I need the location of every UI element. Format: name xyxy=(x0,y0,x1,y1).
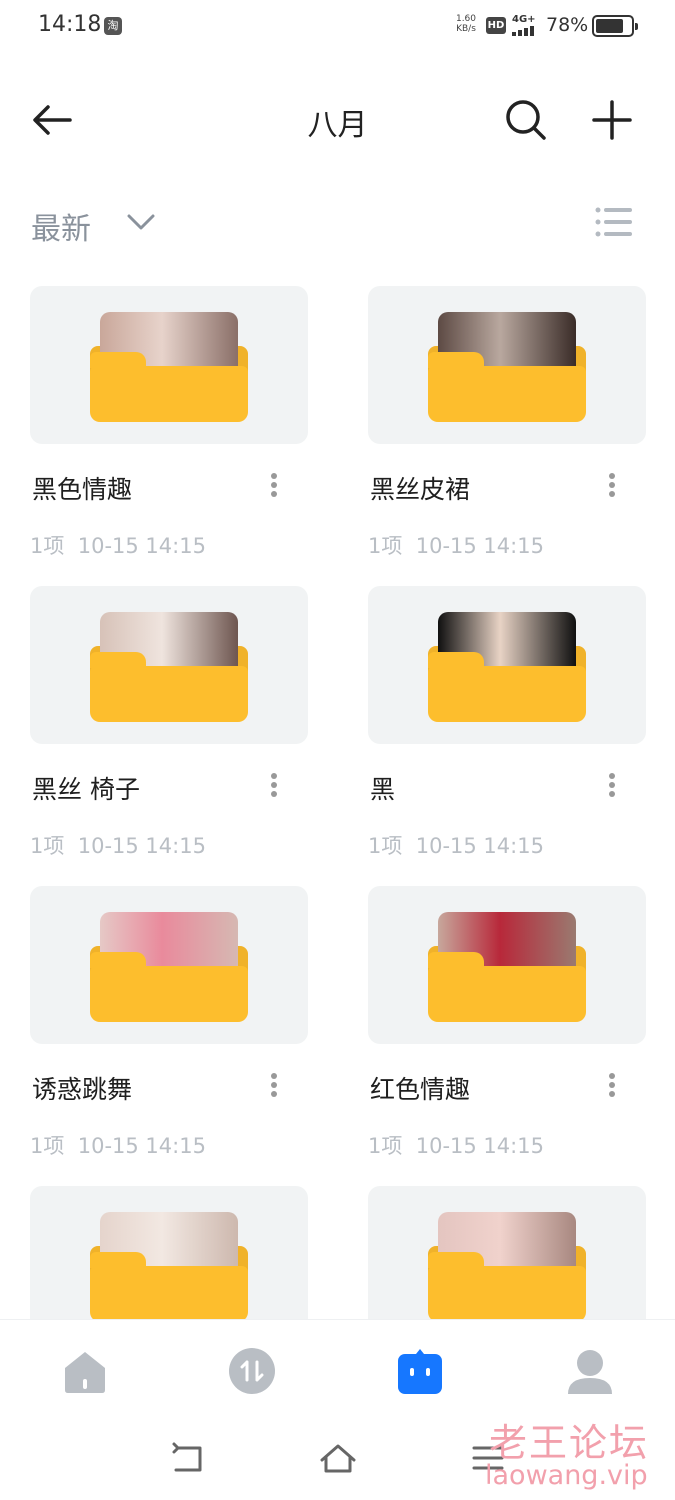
watermark-cn: 老王论坛 xyxy=(489,1421,650,1465)
folder-icon xyxy=(428,1210,586,1319)
chevron-down-icon[interactable] xyxy=(124,206,158,236)
folder-meta: 1项 10-15 14:15 xyxy=(30,830,206,860)
folder-name[interactable]: 黑丝皮裙 xyxy=(370,470,470,506)
folder-count: 1项 xyxy=(30,1134,65,1158)
more-options-icon[interactable] xyxy=(262,770,286,806)
folder-meta: 1项 10-15 14:15 xyxy=(30,530,206,560)
folder-count: 1项 xyxy=(368,534,403,558)
folder-name[interactable]: 黑丝 椅子 xyxy=(32,770,140,806)
folder-meta: 1项 10-15 14:15 xyxy=(368,1130,544,1160)
nav-transfer[interactable] xyxy=(222,1346,282,1396)
battery-icon xyxy=(592,15,638,37)
folder-time: 10-15 14:15 xyxy=(77,834,206,858)
add-button[interactable] xyxy=(586,94,638,146)
folder-count: 1项 xyxy=(30,834,65,858)
folder-icon xyxy=(428,610,586,722)
folder-thumbnail[interactable] xyxy=(30,586,308,744)
search-button[interactable] xyxy=(500,94,552,146)
nav-files[interactable] xyxy=(390,1346,450,1396)
folder-thumbnail[interactable] xyxy=(368,1186,646,1319)
more-options-icon[interactable] xyxy=(262,470,286,506)
folder-count: 1项 xyxy=(368,1134,403,1158)
network-speed-unit: KB/s xyxy=(456,24,476,34)
folder-card[interactable]: 黑丝皮裙 1项 10-15 14:15 xyxy=(368,286,646,558)
home-nav-icon xyxy=(320,1444,356,1473)
folder-card[interactable]: 诱惑跳舞 1项 10-15 14:15 xyxy=(30,886,308,1158)
folder-grid: 黑色情趣 1项 10-15 14:15 黑丝皮裙 1项 10-15 14:15 黑丝 椅… xyxy=(30,286,646,1319)
folder-icon xyxy=(90,310,248,422)
folder-card[interactable]: 黑丝 椅子 1项 10-15 14:15 xyxy=(30,586,308,858)
folder-thumbnail[interactable] xyxy=(30,886,308,1044)
folder-card[interactable]: 红色情趣 1项 10-15 14:15 xyxy=(368,886,646,1158)
system-home-button[interactable] xyxy=(316,1438,360,1478)
folder-icon xyxy=(428,910,586,1022)
list-view-icon[interactable] xyxy=(590,202,636,242)
folder-card[interactable]: 黑 1项 10-15 14:15 xyxy=(368,586,646,858)
folder-time: 10-15 14:15 xyxy=(415,1134,544,1158)
transfer-icon xyxy=(229,1348,275,1394)
folder-icon xyxy=(428,310,586,422)
signal-icon: 4G+ xyxy=(512,14,542,36)
more-options-icon[interactable] xyxy=(600,470,624,506)
files-icon xyxy=(398,1349,442,1394)
taobao-app-icon: 淘 xyxy=(104,17,122,35)
folder-time: 10-15 14:15 xyxy=(415,834,544,858)
folder-count: 1项 xyxy=(30,534,65,558)
folder-thumbnail[interactable] xyxy=(368,886,646,1044)
folder-meta: 1项 10-15 14:15 xyxy=(368,530,544,560)
nav-profile[interactable] xyxy=(560,1346,620,1396)
folder-count: 1项 xyxy=(368,834,403,858)
folder-thumbnail[interactable] xyxy=(30,286,308,444)
battery-percent: 78% xyxy=(546,14,589,36)
folder-icon xyxy=(90,1210,248,1319)
folder-icon xyxy=(90,910,248,1022)
folder-card[interactable]: 黑色情趣 1项 10-15 14:15 xyxy=(30,286,308,558)
search-icon xyxy=(506,100,546,140)
folder-thumbnail[interactable] xyxy=(30,1186,308,1319)
sort-row: 最新 xyxy=(0,190,675,256)
folder-name[interactable]: 红色情趣 xyxy=(370,1070,470,1106)
page-title: 八月 xyxy=(307,108,368,143)
status-bar: 14:18 淘 1.60 KB/s HD 4G+ 78% xyxy=(0,0,675,54)
status-time: 14:18 xyxy=(38,12,102,37)
back-nav-icon xyxy=(172,1442,202,1472)
profile-icon xyxy=(568,1350,612,1394)
nav-home[interactable] xyxy=(55,1346,115,1396)
hd-icon: HD xyxy=(486,17,506,34)
bottom-nav xyxy=(0,1319,675,1419)
sort-label[interactable]: 最新 xyxy=(31,204,91,248)
folder-icon xyxy=(90,610,248,722)
more-options-icon[interactable] xyxy=(600,1070,624,1106)
watermark: 老王论坛 laowang.vip xyxy=(485,1412,665,1494)
network-type: 4G+ xyxy=(512,14,536,25)
folder-meta: 1项 10-15 14:15 xyxy=(30,1130,206,1160)
folder-card[interactable] xyxy=(368,1186,646,1319)
folder-name[interactable]: 黑色情趣 xyxy=(32,470,132,506)
system-back-button[interactable] xyxy=(166,1438,210,1478)
folder-time: 10-15 14:15 xyxy=(77,1134,206,1158)
more-options-icon[interactable] xyxy=(262,1070,286,1106)
folder-card[interactable] xyxy=(30,1186,308,1319)
folder-time: 10-15 14:15 xyxy=(415,534,544,558)
network-speed: 1.60 KB/s xyxy=(452,14,480,34)
folder-name[interactable]: 诱惑跳舞 xyxy=(32,1070,132,1106)
watermark-en: laowang.vip xyxy=(485,1460,648,1491)
folder-time: 10-15 14:15 xyxy=(77,534,206,558)
folder-meta: 1项 10-15 14:15 xyxy=(368,830,544,860)
plus-icon xyxy=(592,100,632,140)
network-speed-value: 1.60 xyxy=(455,14,477,24)
folder-thumbnail[interactable] xyxy=(368,586,646,744)
folder-name[interactable]: 黑 xyxy=(370,770,395,806)
more-options-icon[interactable] xyxy=(600,770,624,806)
home-icon xyxy=(65,1352,105,1393)
header: 八月 xyxy=(0,80,675,160)
folder-thumbnail[interactable] xyxy=(368,286,646,444)
